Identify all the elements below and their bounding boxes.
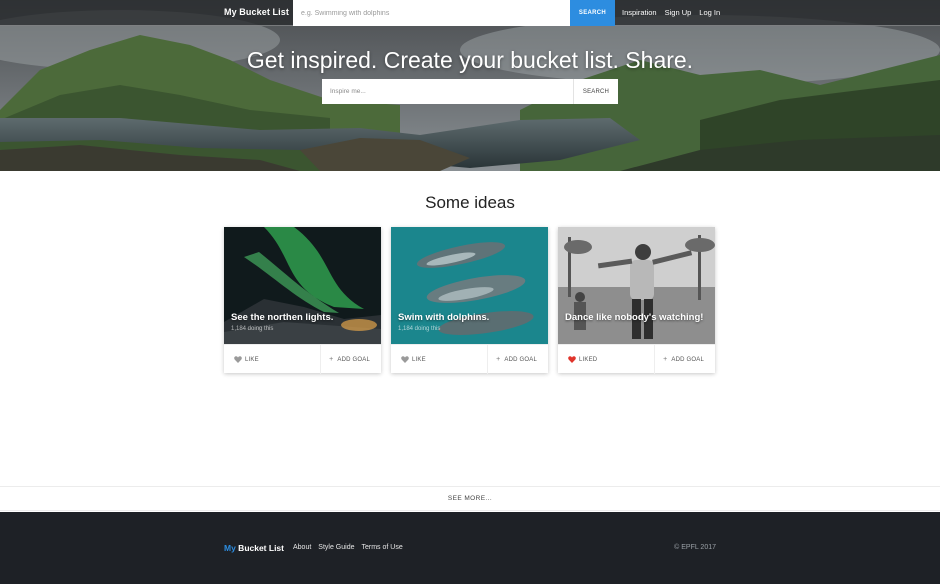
plus-icon: + — [663, 356, 668, 363]
ideas-heading: Some ideas — [425, 193, 515, 212]
idea-card-actions: LIKED + ADD GOAL — [558, 344, 715, 374]
action-divider — [487, 345, 488, 374]
like-button[interactable]: LIKE — [401, 345, 426, 374]
action-divider — [320, 345, 321, 374]
footer-brand-logo[interactable]: My Bucket List — [224, 543, 284, 553]
nav-links: Inspiration Sign Up Log In — [622, 8, 720, 17]
add-goal-label: ADD GOAL — [671, 356, 704, 363]
nav-link-inspiration[interactable]: Inspiration — [622, 8, 657, 17]
add-goal-label: ADD GOAL — [337, 356, 370, 363]
see-more-button[interactable]: SEE MORE... — [0, 486, 940, 511]
nav-search-input[interactable] — [293, 0, 570, 26]
footer-link-style-guide[interactable]: Style Guide — [318, 544, 354, 551]
add-goal-button[interactable]: + ADD GOAL — [496, 345, 537, 374]
hero-title: Get inspired. Create your bucket list. S… — [246, 47, 694, 73]
add-goal-label: ADD GOAL — [504, 356, 537, 363]
idea-card-count: 1,184 doing this — [231, 326, 274, 332]
top-navbar: My Bucket List SEARCH Inspiration Sign U… — [0, 0, 940, 26]
add-goal-button[interactable]: + ADD GOAL — [329, 345, 370, 374]
like-label: LIKED — [579, 356, 598, 363]
footer-link-about[interactable]: About — [293, 544, 311, 551]
copyright-text: © EPFL 2017 — [674, 544, 716, 551]
like-label: LIKE — [245, 356, 259, 363]
hero-search-input[interactable] — [322, 79, 573, 104]
idea-card-northern-lights[interactable]: See the northen lights. 1,184 doing this… — [224, 227, 381, 374]
footer: My Bucket List About Style Guide Terms o… — [0, 512, 940, 584]
heart-icon — [234, 356, 242, 363]
footer-link-terms[interactable]: Terms of Use — [361, 544, 402, 551]
brand-logo[interactable]: My Bucket List — [224, 7, 289, 17]
idea-card-actions: LIKE + ADD GOAL — [224, 344, 381, 374]
heart-icon — [568, 356, 576, 363]
footer-brand-highlight: My — [224, 543, 236, 553]
like-label: LIKE — [412, 356, 426, 363]
footer-links: About Style Guide Terms of Use — [293, 544, 403, 551]
idea-card-title: Swim with dolphins. — [398, 312, 490, 323]
dancing-man-image — [558, 227, 715, 344]
heart-icon — [401, 356, 409, 363]
hero-banner: My Bucket List SEARCH Inspiration Sign U… — [0, 0, 940, 171]
plus-icon: + — [496, 356, 501, 363]
nav-search-button[interactable]: SEARCH — [570, 0, 615, 26]
idea-card-title: See the northen lights. — [231, 312, 334, 323]
nav-link-sign-up[interactable]: Sign Up — [665, 8, 692, 17]
action-divider — [654, 345, 655, 374]
footer-brand-rest: Bucket List — [235, 543, 284, 553]
idea-card-count: 1,184 doing this — [398, 326, 441, 332]
idea-card-actions: LIKE + ADD GOAL — [391, 344, 548, 374]
add-goal-button[interactable]: + ADD GOAL — [663, 345, 704, 374]
idea-card-title: Dance like nobody's watching! — [565, 312, 704, 323]
like-button[interactable]: LIKE — [234, 345, 259, 374]
nav-link-log-in[interactable]: Log In — [699, 8, 720, 17]
idea-card-dolphins[interactable]: Swim with dolphins. 1,184 doing this LIK… — [391, 227, 548, 374]
liked-button[interactable]: LIKED — [568, 345, 597, 374]
plus-icon: + — [329, 356, 334, 363]
idea-card-dancing[interactable]: Dance like nobody's watching! LIKED + AD… — [558, 227, 715, 374]
hero-search-button[interactable]: SEARCH — [573, 79, 618, 104]
